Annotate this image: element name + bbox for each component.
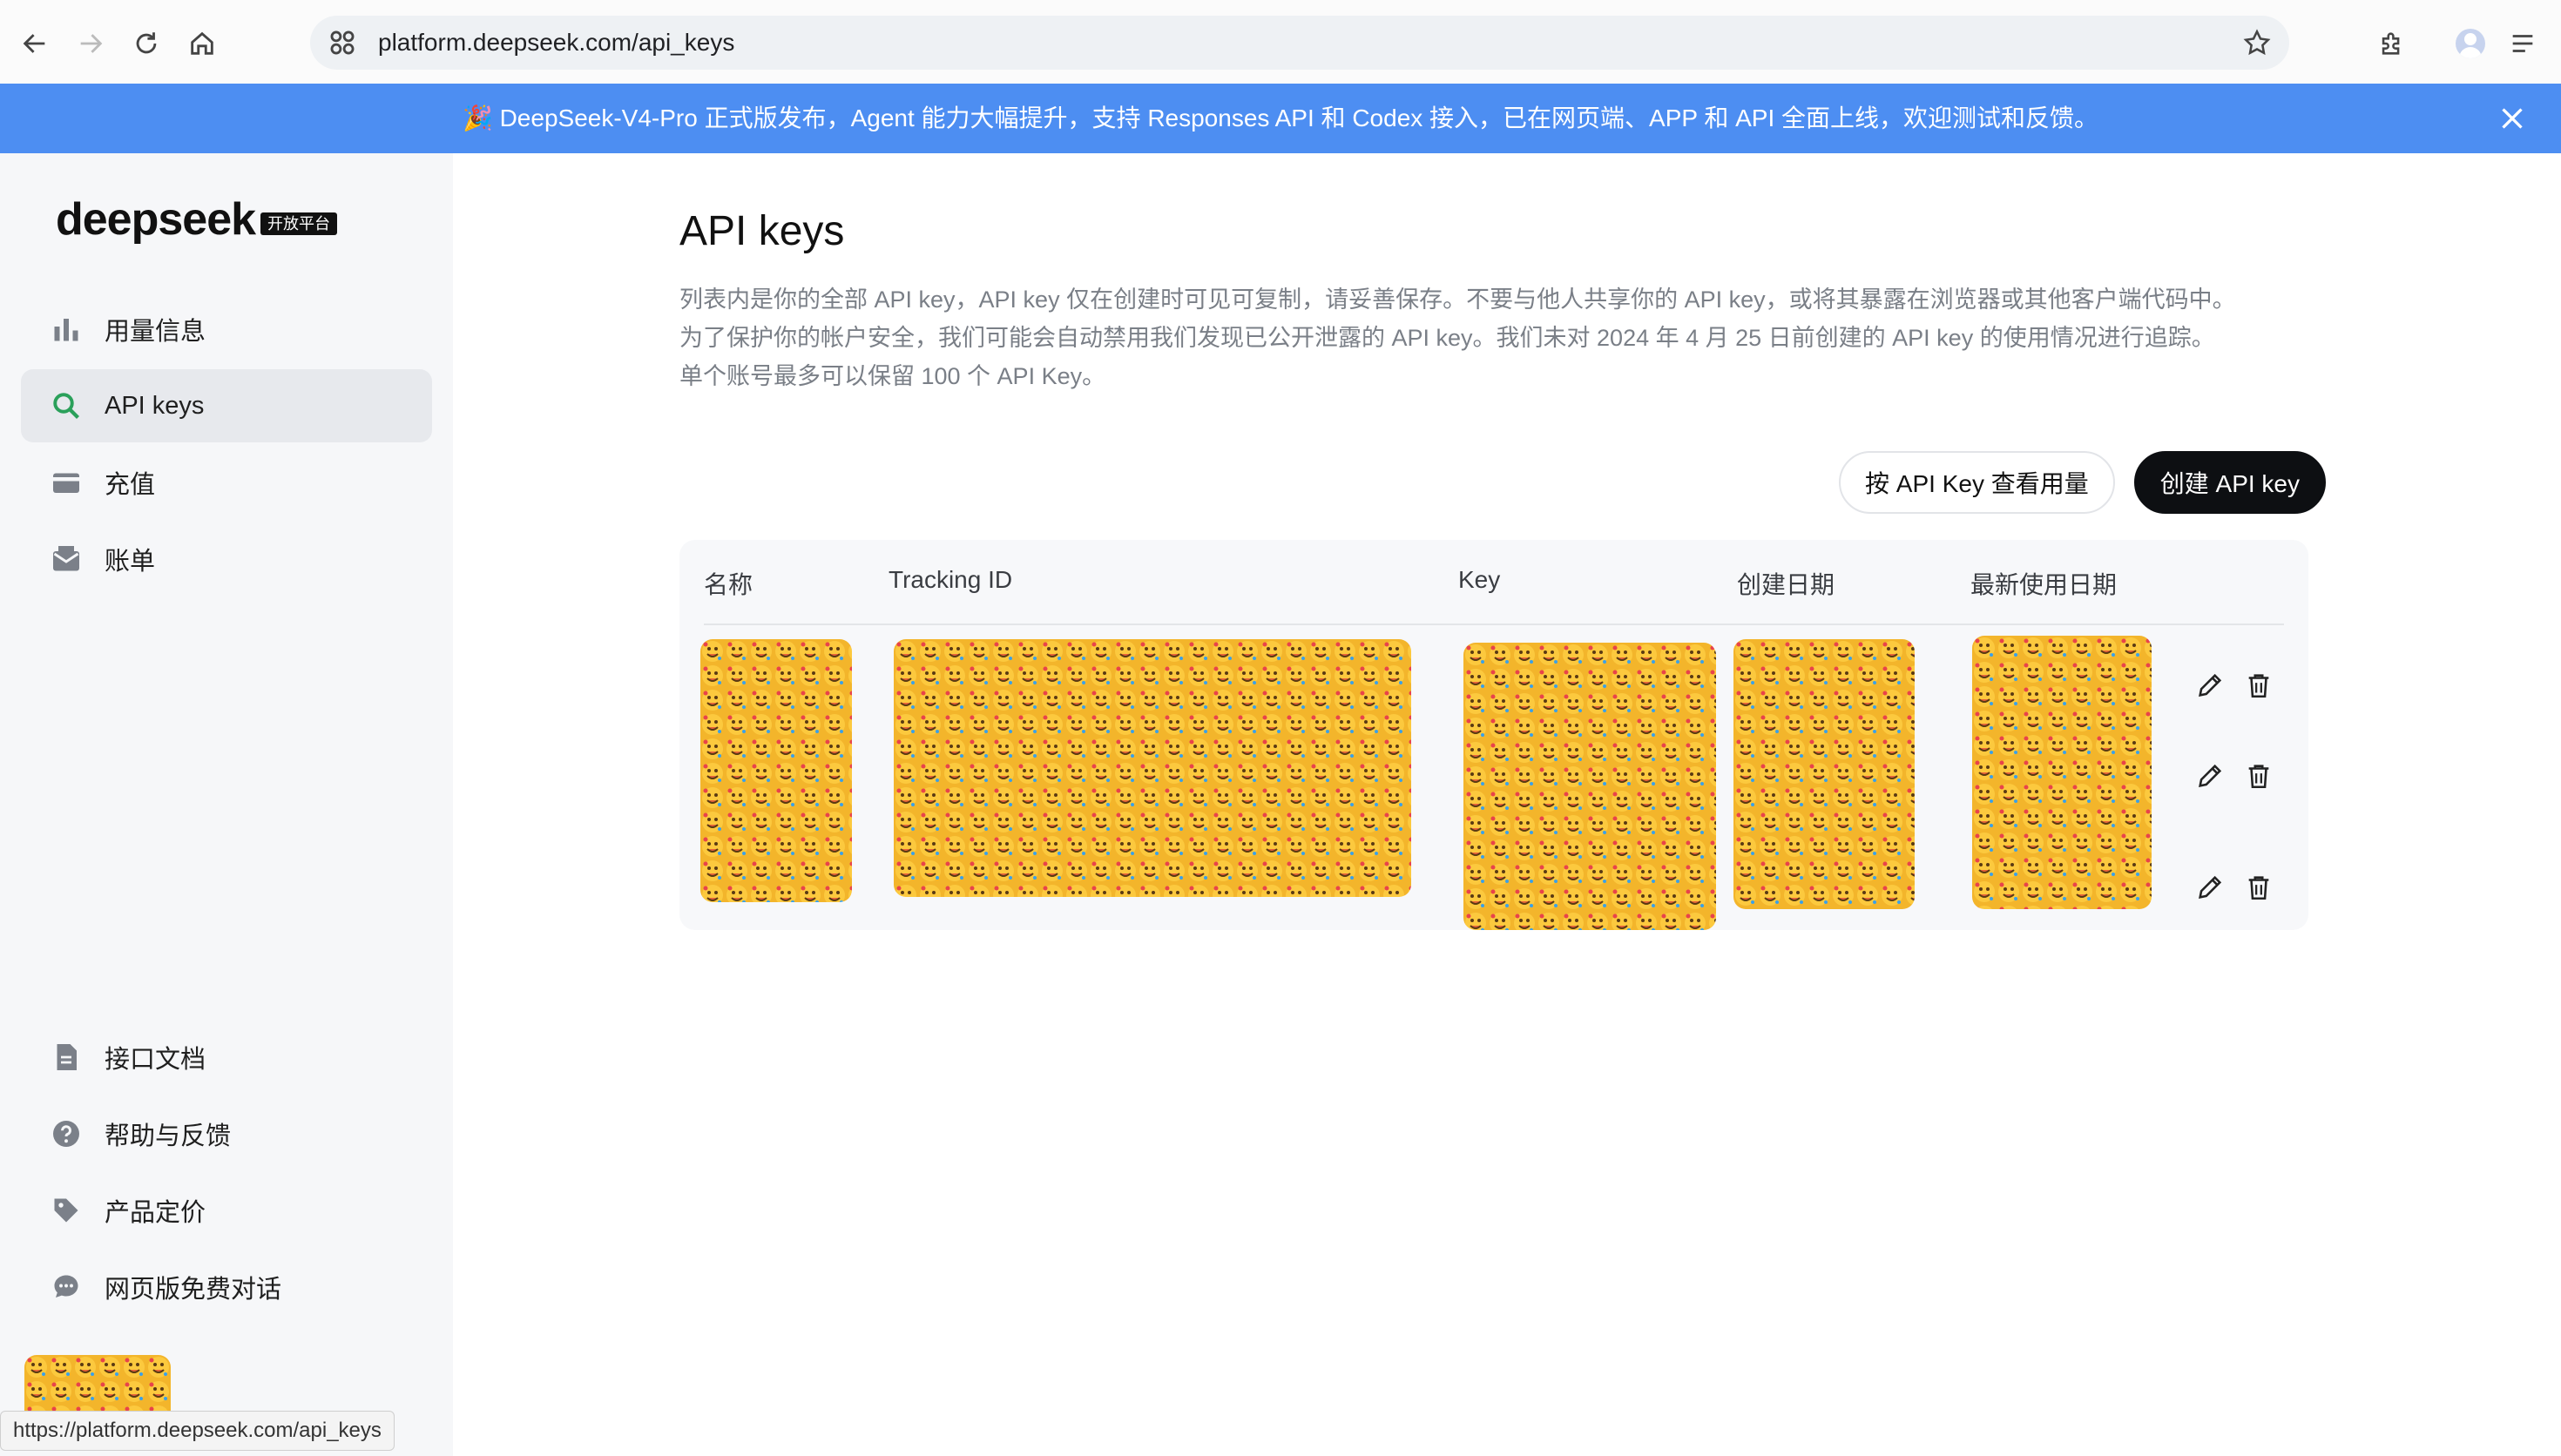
page-description: 列表内是你的全部 API key，API key 仅在创建时可见可复制，请妥善保… [679, 280, 2369, 395]
browser-toolbar: platform.deepseek.com/api_keys [0, 0, 2561, 84]
bar-chart-icon [49, 312, 84, 347]
trash-icon [2248, 765, 2269, 789]
create-api-key-button[interactable]: 创建 API key [2133, 451, 2326, 514]
sidebar-item-label: 用量信息 [105, 318, 206, 346]
pencil-icon [2199, 673, 2222, 697]
arrow-right-icon [80, 34, 103, 53]
home-button[interactable] [179, 21, 225, 66]
sidebar-item-usage[interactable]: 用量信息 [21, 293, 432, 366]
home-icon [191, 31, 213, 55]
forward-button[interactable] [68, 21, 113, 66]
column-header-tracking-id: Tracking ID [889, 566, 1013, 593]
redacted-last-used-cells [1972, 636, 2152, 909]
menu-button[interactable] [2500, 21, 2545, 66]
chat-icon [49, 1270, 84, 1304]
reload-icon [136, 32, 157, 54]
announcement-banner: 🎉 DeepSeek-V4-Pro 正式版发布，Agent 能力大幅提升，支持 … [0, 84, 2561, 153]
address-bar[interactable]: platform.deepseek.com/api_keys [310, 16, 2289, 70]
puzzle-icon [2382, 32, 2400, 55]
status-bar-url: https://platform.deepseek.com/api_keys [0, 1411, 395, 1451]
trash-icon [2248, 876, 2269, 900]
url-text[interactable]: platform.deepseek.com/api_keys [378, 28, 734, 57]
redacted-name-cells [700, 639, 852, 902]
column-header-created: 创建日期 [1737, 571, 1835, 598]
column-header-name: 名称 [704, 571, 753, 598]
row-actions [2195, 761, 2274, 791]
sidebar-item-label: 产品定价 [105, 1199, 206, 1227]
close-icon[interactable] [2497, 103, 2528, 134]
description-line: 列表内是你的全部 API key，API key 仅在创建时可见可复制，请妥善保… [679, 286, 2236, 313]
delete-button[interactable] [2244, 761, 2274, 791]
sidebar-item-api-keys[interactable]: API keys [21, 369, 432, 442]
trash-icon [2248, 674, 2269, 698]
redacted-tracking-id-cells [894, 639, 1411, 897]
sidebar-item-label: 接口文档 [105, 1046, 206, 1074]
row-actions [2195, 671, 2274, 700]
sidebar-item-pricing[interactable]: 产品定价 [21, 1174, 432, 1247]
menu-icon [2512, 35, 2533, 52]
delete-button[interactable] [2244, 873, 2274, 902]
logo-tag: 开放平台 [260, 212, 338, 235]
pencil-icon [2199, 875, 2222, 899]
help-icon [49, 1116, 84, 1151]
sidebar-item-label: 网页版免费对话 [105, 1276, 282, 1304]
sidebar-item-recharge[interactable]: 充值 [21, 446, 432, 519]
sidebar-item-web-chat[interactable]: 网页版免费对话 [21, 1250, 432, 1324]
edit-button[interactable] [2195, 761, 2225, 791]
sidebar-item-help[interactable]: 帮助与反馈 [21, 1097, 432, 1170]
sidebar-item-docs[interactable]: 接口文档 [21, 1021, 432, 1094]
delete-button[interactable] [2244, 671, 2274, 700]
arrow-left-icon [23, 34, 45, 53]
mail-icon [49, 542, 84, 576]
redacted-created-date-cells [1733, 639, 1915, 909]
document-icon [49, 1040, 84, 1075]
edit-button[interactable] [2195, 873, 2225, 902]
reload-button[interactable] [124, 21, 169, 66]
row-actions [2195, 873, 2274, 902]
bookmark-star-icon[interactable] [2242, 28, 2272, 57]
pencil-icon [2199, 764, 2222, 787]
view-usage-by-key-button[interactable]: 按 API Key 查看用量 [1839, 451, 2115, 514]
column-header-key: Key [1458, 566, 1501, 593]
back-button[interactable] [12, 21, 57, 66]
page-actions: 按 API Key 查看用量 创建 API key [1839, 451, 2326, 514]
extensions-button[interactable] [2369, 21, 2415, 66]
sidebar-item-label: API keys [105, 391, 205, 420]
profile-button[interactable] [2448, 21, 2493, 66]
logo[interactable]: deepseek 开放平台 [56, 194, 338, 245]
edit-button[interactable] [2195, 671, 2225, 700]
logo-wordmark: deepseek [56, 194, 256, 245]
api-keys-table: 名称 Tracking ID Key 创建日期 最新使用日期 [679, 540, 2308, 930]
column-header-last-used: 最新使用日期 [1970, 571, 2118, 598]
description-line: 为了保护你的帐户安全，我们可能会自动禁用我们发现已公开泄露的 API key。我… [679, 325, 2215, 351]
table-header: 名称 Tracking ID Key 创建日期 最新使用日期 [704, 540, 2284, 625]
sidebar: deepseek 开放平台 用量信息 API keys 充值 账单 接口文档 帮… [0, 153, 453, 1456]
site-settings-icon[interactable] [328, 28, 357, 57]
description-line: 单个账号最多可以保留 100 个 API Key。 [679, 363, 1106, 389]
sidebar-item-label: 充值 [105, 471, 156, 499]
sidebar-item-billing[interactable]: 账单 [21, 522, 432, 596]
sidebar-item-label: 账单 [105, 548, 156, 576]
banner-text: 🎉 DeepSeek-V4-Pro 正式版发布，Agent 能力大幅提升，支持 … [462, 104, 2099, 131]
search-icon [49, 388, 84, 423]
tag-icon [49, 1193, 84, 1228]
page-title: API keys [679, 208, 845, 254]
wallet-icon [49, 465, 84, 500]
main-content: API keys 列表内是你的全部 API key，API key 仅在创建时可… [453, 153, 2561, 1456]
redacted-key-cells [1463, 643, 1716, 930]
profile-avatar-icon [2456, 29, 2485, 58]
sidebar-item-label: 帮助与反馈 [105, 1122, 232, 1150]
